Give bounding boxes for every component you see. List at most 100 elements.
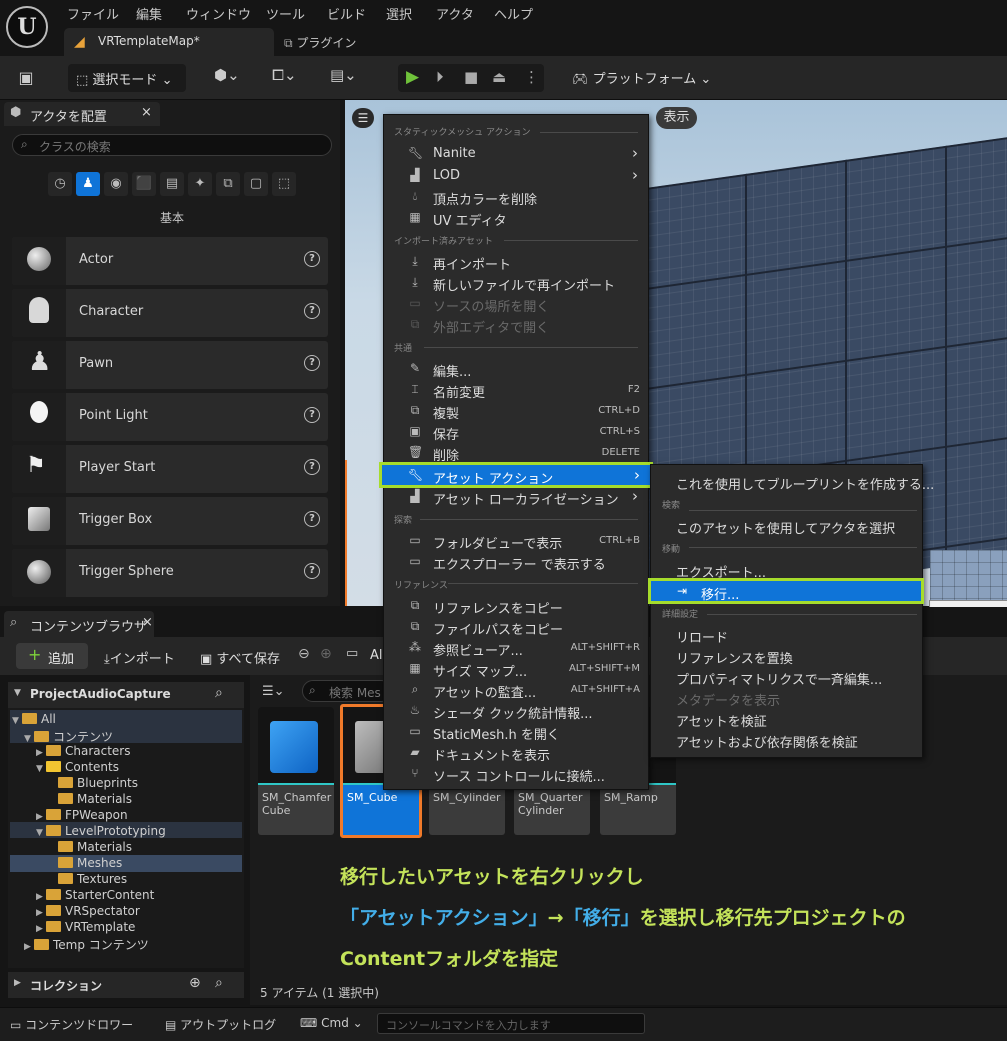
- menu-item-rename[interactable]: ⌶ 名前変更 F2: [384, 379, 648, 401]
- actor-item-character[interactable]: Character ?: [12, 289, 328, 337]
- tree-item-materials[interactable]: Materials: [58, 792, 132, 806]
- actor-item-actor[interactable]: Actor ?: [12, 237, 328, 285]
- tree-item-textures[interactable]: Textures: [58, 872, 127, 886]
- menu-item-source-control[interactable]: ⑂ ソース コントロールに接続...: [384, 763, 648, 785]
- menu-build[interactable]: ビルド: [327, 4, 366, 23]
- menu-help[interactable]: ヘルプ: [494, 4, 533, 23]
- recent-icon[interactable]: ◷: [48, 172, 72, 196]
- help-icon[interactable]: ?: [304, 303, 320, 319]
- menu-item-validate[interactable]: アセットを検証: [651, 708, 922, 730]
- stop-icon[interactable]: ■: [464, 68, 478, 86]
- menu-item-validate-deps[interactable]: アセットおよび依存関係を検証: [651, 729, 922, 751]
- unreal-logo-icon[interactable]: U: [6, 6, 48, 48]
- menu-select[interactable]: 選択: [386, 4, 412, 23]
- cmd-dropdown[interactable]: ⌨ Cmd ⌄: [300, 1016, 363, 1030]
- menu-actor[interactable]: アクタ: [436, 4, 474, 23]
- save-icon[interactable]: ▣: [14, 66, 38, 90]
- menu-item-edit[interactable]: ✎ 編集...: [384, 358, 648, 380]
- menu-item-show-in-explorer[interactable]: ▭ エクスプローラー で表示する: [384, 551, 648, 573]
- menu-item-create-blueprint[interactable]: これを使用してブループリントを作成する...: [651, 471, 934, 493]
- tree-item-startercontent[interactable]: ▶ StarterContent: [36, 888, 154, 902]
- menu-edit[interactable]: 編集: [136, 4, 162, 23]
- blueprint-icon[interactable]: ⧠⌄: [272, 66, 297, 84]
- more-options-icon[interactable]: ⋮: [524, 68, 539, 86]
- tab-place-actors[interactable]: ⬢ アクタを配置 ×: [4, 102, 160, 126]
- menu-item-export[interactable]: エクスポート...: [651, 559, 922, 581]
- menu-item-remove-vertex-colors[interactable]: 💧︎ 頂点カラーを削除: [384, 186, 648, 208]
- menu-item-delete[interactable]: 🗑︎ 削除 DELETE: [384, 442, 648, 464]
- help-icon[interactable]: ?: [304, 459, 320, 475]
- collection-header[interactable]: ▶ コレクション ⊕ ⌕: [8, 972, 244, 998]
- menu-item-uv-editor[interactable]: ▦ UV エディタ: [384, 207, 648, 229]
- search-icon[interactable]: ⌕: [215, 975, 223, 991]
- actor-item-point-light[interactable]: Point Light ?: [12, 393, 328, 441]
- volumes-icon[interactable]: ⧉: [216, 172, 240, 196]
- menu-item-open-header[interactable]: ▭ StaticMesh.h を開く: [384, 721, 648, 743]
- tab-content-browser[interactable]: ⌕ コンテンツブラウザ ×: [4, 611, 154, 637]
- menu-item-asset-localization[interactable]: ▟ アセット ローカライゼーション ›: [384, 486, 648, 508]
- help-icon[interactable]: ?: [304, 563, 320, 579]
- menu-item-size-map[interactable]: ▦ サイズ マップ... ALT+SHIFT+M: [384, 658, 648, 680]
- tab-plugin[interactable]: ⧉ プラグイン: [284, 34, 356, 51]
- tree-item-characters[interactable]: ▶ Characters: [36, 744, 131, 758]
- tree-item-all[interactable]: ▼ All: [12, 712, 56, 726]
- menu-item-reimport[interactable]: ⤓ 再インポート: [384, 251, 648, 273]
- menu-item-audit-asset[interactable]: ⌕ アセットの監査... ALT+SHIFT+A: [384, 679, 648, 701]
- menu-item-reload[interactable]: リロード: [651, 624, 922, 646]
- menu-item-nanite[interactable]: 🔧︎ Nanite ›: [384, 143, 648, 164]
- tab-map[interactable]: ◢ VRTemplateMap*: [64, 28, 274, 56]
- back-icon[interactable]: ⊖: [298, 646, 310, 662]
- menu-item-replace-refs[interactable]: リファレンスを置換: [651, 645, 922, 667]
- save-all-button[interactable]: ▣ すべて保存: [200, 648, 280, 667]
- menu-item-migrate[interactable]: ⇥ 移行...: [648, 578, 924, 604]
- geometry-icon[interactable]: ⬚: [272, 172, 296, 196]
- visual-effects-icon[interactable]: ✦: [188, 172, 212, 196]
- menu-item-external-editor[interactable]: ⧉ 外部エディタで開く: [384, 314, 648, 336]
- play-icon[interactable]: ▶: [406, 67, 419, 87]
- menu-item-duplicate[interactable]: ⧉ 複製 CTRL+D: [384, 400, 648, 422]
- tree-item-meshes[interactable]: Meshes: [58, 856, 122, 870]
- tree-item-content[interactable]: ▼ コンテンツ: [24, 728, 113, 745]
- menu-item-show-metadata[interactable]: メタデータを表示: [651, 687, 922, 709]
- tree-item-materials[interactable]: Materials: [58, 840, 132, 854]
- menu-item-save[interactable]: ▣ 保存 CTRL+S: [384, 421, 648, 443]
- output-log-button[interactable]: ▤ アウトプットログ: [165, 1016, 276, 1033]
- forward-icon[interactable]: ⊕: [320, 646, 332, 662]
- menu-file[interactable]: ファイル: [67, 4, 119, 23]
- actor-item-trigger-sphere[interactable]: Trigger Sphere ?: [12, 549, 328, 597]
- menu-item-asset-actions[interactable]: 🔧︎ アセット アクション ›: [379, 462, 653, 488]
- menu-item-copy-reference[interactable]: ⧉ リファレンスをコピー: [384, 595, 648, 617]
- content-drawer-button[interactable]: ▭ コンテンツドロワー: [10, 1016, 133, 1033]
- eject-icon[interactable]: ⏏: [492, 68, 506, 86]
- tree-item-vrtemplate[interactable]: ▶ VRTemplate: [36, 920, 135, 934]
- all-classes-icon[interactable]: ▢: [244, 172, 268, 196]
- actor-item-pawn[interactable]: ♟ Pawn ?: [12, 341, 328, 389]
- filter-icon[interactable]: ☰⌄: [262, 684, 285, 699]
- menu-item-reference-viewer[interactable]: ⁂ 参照ビューア... ALT+SHIFT+R: [384, 637, 648, 659]
- show-button[interactable]: 表示: [656, 107, 697, 129]
- menu-item-reimport-new[interactable]: ⤓ 新しいファイルで再インポート: [384, 272, 648, 294]
- asset-search-input[interactable]: ⌕ 検索 Mes: [302, 680, 392, 702]
- menu-item-bulk-edit[interactable]: プロパティマトリクスで一斉編集...: [651, 666, 922, 688]
- cinematic-icon[interactable]: ▤: [160, 172, 184, 196]
- menu-item-copy-file-path[interactable]: ⧉ ファイルパスをコピー: [384, 616, 648, 638]
- menu-item-show-in-folder-view[interactable]: ▭ フォルダビューで表示 CTRL+B: [384, 530, 648, 552]
- add-button[interactable]: + 追加: [16, 643, 88, 669]
- class-search-input[interactable]: ⌕ クラスの検索: [12, 134, 332, 156]
- tree-item-fpweapon[interactable]: ▶ FPWeapon: [36, 808, 128, 822]
- hamburger-icon[interactable]: ☰: [352, 108, 374, 128]
- shapes-icon[interactable]: ⬛: [132, 172, 156, 196]
- menu-item-select-actors[interactable]: このアセットを使用してアクタを選択: [651, 515, 922, 537]
- menu-item-open-source[interactable]: ▭ ソースの場所を開く: [384, 293, 648, 315]
- close-icon[interactable]: ×: [142, 615, 153, 630]
- actor-item-player-start[interactable]: ⚑ Player Start ?: [12, 445, 328, 493]
- help-icon[interactable]: ?: [304, 407, 320, 423]
- menu-window[interactable]: ウィンドウ: [186, 4, 251, 23]
- menu-item-shader-stats[interactable]: ♨ シェーダ クック統計情報...: [384, 700, 648, 722]
- tree-item-contents[interactable]: ▼ Contents: [36, 760, 119, 774]
- import-button[interactable]: ⤓インポート: [104, 648, 175, 667]
- asset-tile[interactable]: SM_Chamfer Cube: [258, 707, 334, 835]
- menu-item-lod[interactable]: ▟ LOD ›: [384, 165, 648, 186]
- actor-item-trigger-box[interactable]: Trigger Box ?: [12, 497, 328, 545]
- help-icon[interactable]: ?: [304, 511, 320, 527]
